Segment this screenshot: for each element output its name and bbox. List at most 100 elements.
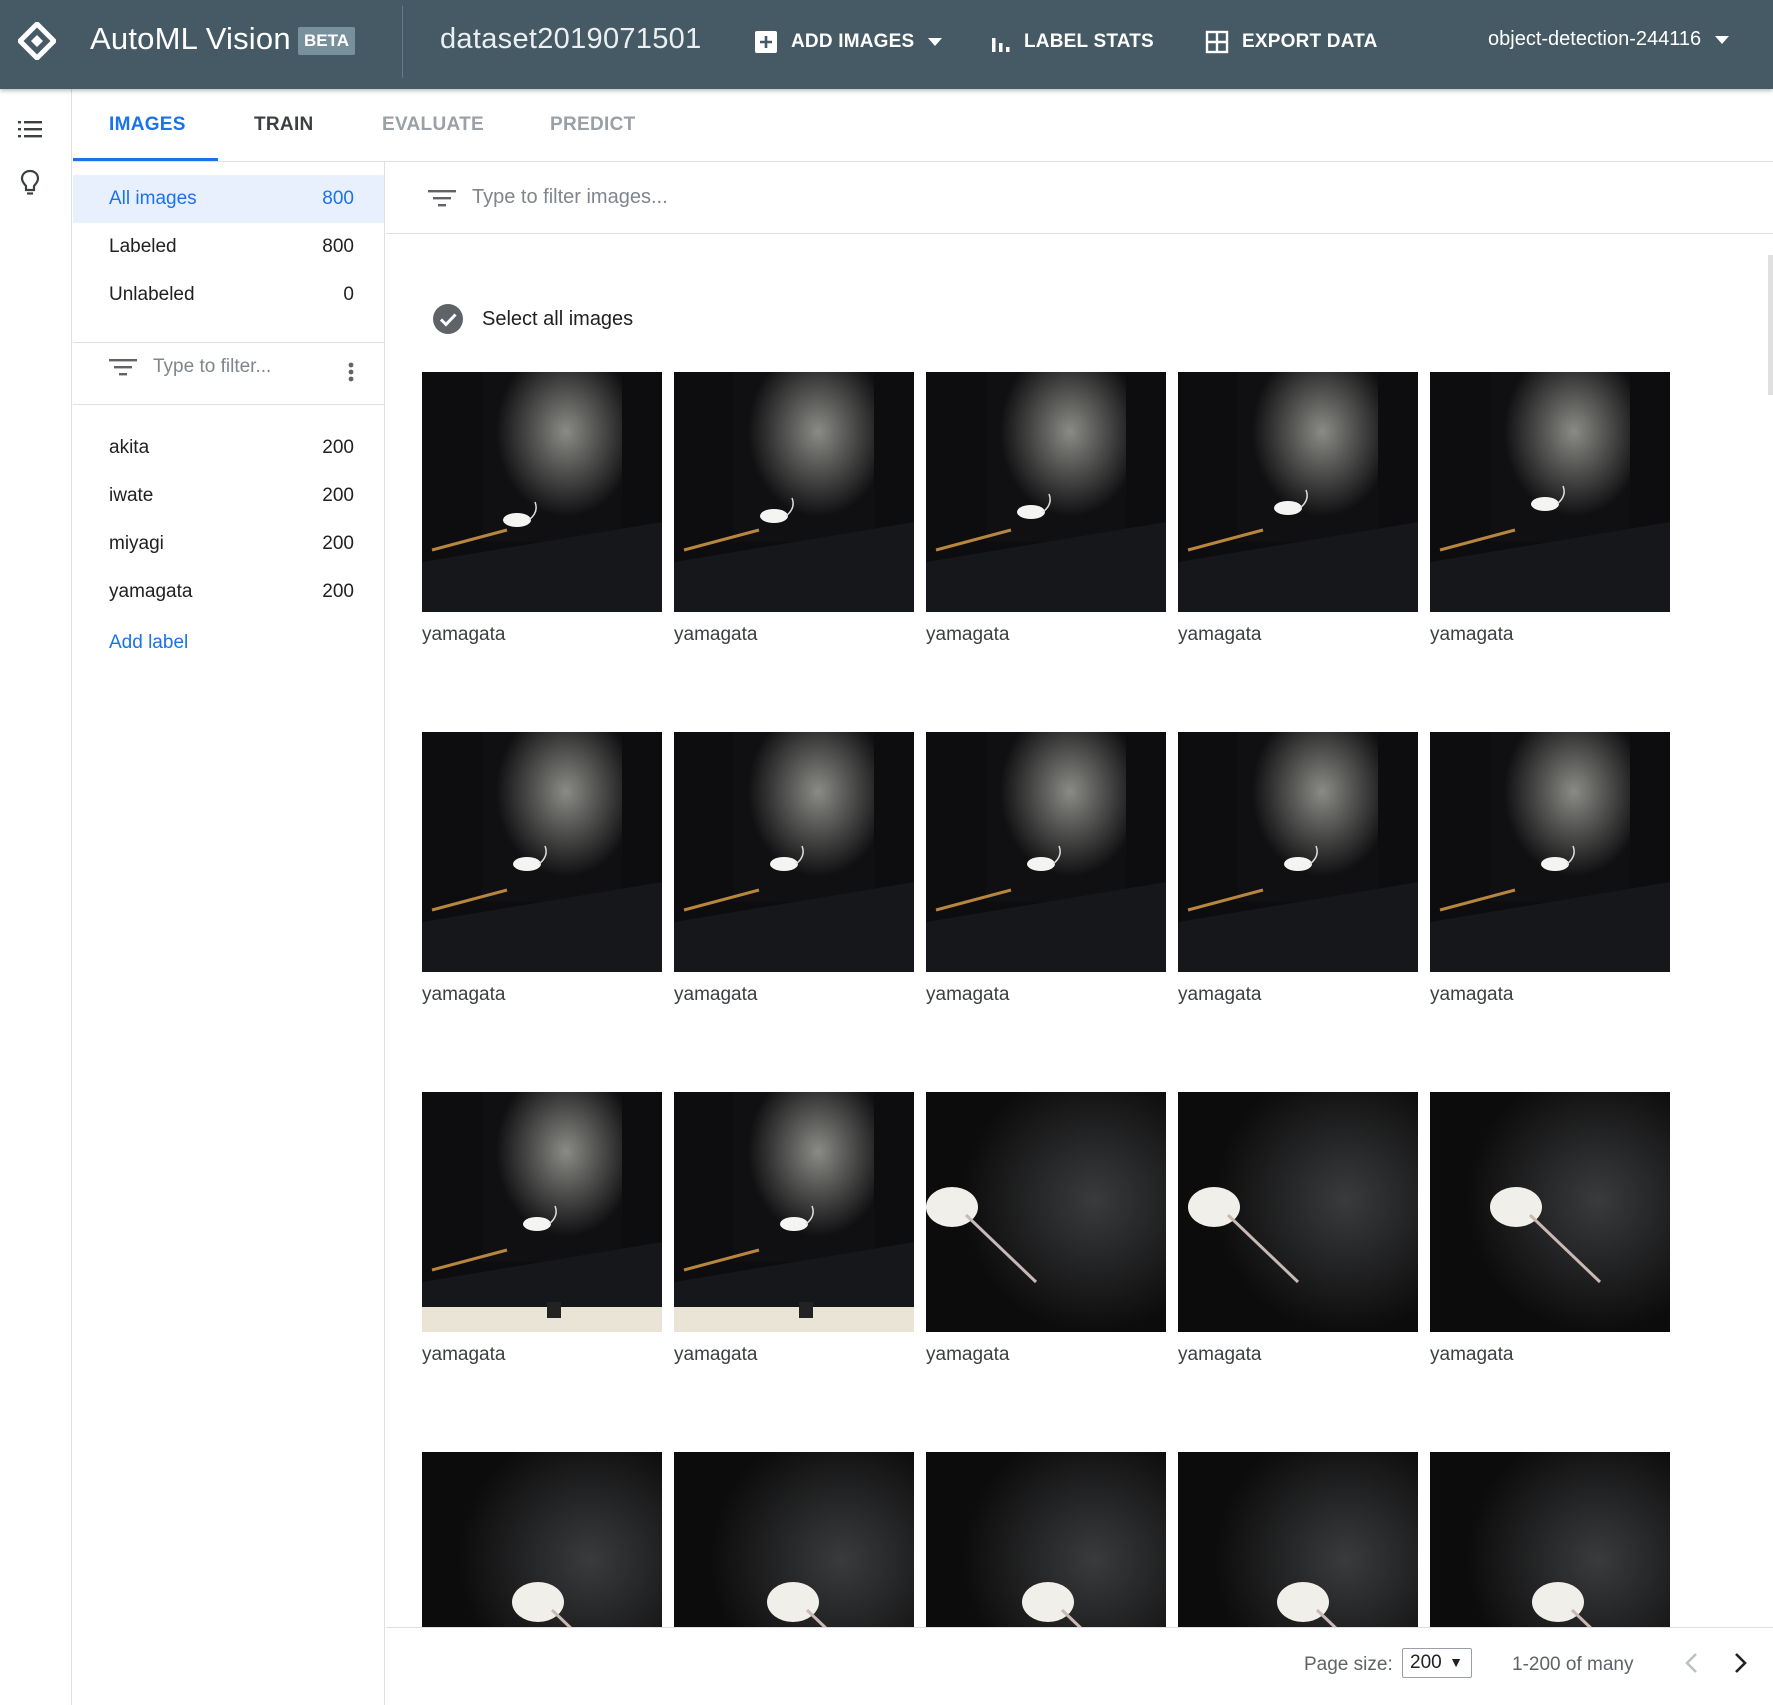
label-name: yamagata (109, 581, 193, 602)
add-label-link[interactable]: Add label (109, 632, 188, 654)
page-range: 1-200 of many (1512, 1654, 1634, 1675)
image-label: yamagata (422, 624, 506, 645)
label-filter-placeholder: Type to filter... (153, 356, 272, 377)
dropdown-arrow-icon: ▼ (1449, 1654, 1463, 1670)
lightbulb-icon[interactable] (20, 169, 40, 197)
sidebar-item-count: 800 (322, 188, 354, 209)
label-count: 200 (322, 437, 354, 458)
tab-evaluate: EVALUATE (382, 114, 484, 135)
mouse-photo (926, 372, 1166, 612)
label-stats-label: LABEL STATS (1024, 31, 1154, 52)
label-name: miyagi (109, 533, 164, 554)
select-all-images[interactable]: Select all images (433, 304, 633, 334)
mouse-photo (674, 1092, 914, 1332)
mouse-photo (926, 1092, 1166, 1332)
sidebar-item-akita[interactable]: akita 200 (73, 424, 384, 472)
sidebar-item-yamagata[interactable]: yamagata 200 (73, 568, 384, 616)
image-thumbnail[interactable] (422, 732, 662, 972)
sidebar-item-miyagi[interactable]: miyagi 200 (73, 520, 384, 568)
chevron-right-icon[interactable] (1734, 1652, 1748, 1674)
label-stats-button[interactable]: LABEL STATS (991, 26, 1154, 58)
select-all-label: Select all images (482, 307, 634, 330)
more-vert-icon[interactable] (348, 362, 354, 382)
sidebar-item-label: Unlabeled (109, 284, 195, 305)
image-thumbnail[interactable] (674, 1092, 914, 1332)
filter-icon (109, 359, 137, 376)
filter-icon (428, 189, 456, 206)
sidebar-item-label: Labeled (109, 236, 177, 257)
label-name: akita (109, 437, 150, 458)
check-circle-icon[interactable] (433, 304, 463, 334)
image-thumbnail[interactable] (674, 732, 914, 972)
image-label: yamagata (926, 624, 1010, 645)
image-thumbnail[interactable] (926, 1092, 1166, 1332)
scrollbar[interactable] (1768, 255, 1773, 395)
sidebar-item-unlabeled[interactable]: Unlabeled 0 (73, 271, 384, 319)
image-thumbnail[interactable] (1430, 372, 1670, 612)
chevron-down-icon (928, 38, 943, 46)
filter-sidebar: All images 800 Labeled 800 Unlabeled 0 T… (73, 162, 385, 1705)
image-thumbnail[interactable] (926, 732, 1166, 972)
image-thumbnail[interactable] (1178, 372, 1418, 612)
sidebar-item-all-images[interactable]: All images 800 (73, 175, 384, 223)
label-filter-input[interactable]: Type to filter... (109, 347, 369, 387)
mouse-photo (674, 732, 914, 972)
project-name: object-detection-244116 (1488, 28, 1702, 50)
grid-icon (1205, 30, 1229, 54)
list-icon[interactable] (18, 119, 42, 139)
image-label: yamagata (674, 984, 758, 1005)
tab-predict: PREDICT (550, 114, 636, 135)
image-thumbnail[interactable] (1178, 1092, 1418, 1332)
sidebar-item-labeled[interactable]: Labeled 800 (73, 223, 384, 271)
image-label: yamagata (674, 1344, 758, 1365)
image-label: yamagata (1430, 984, 1514, 1005)
image-thumbnail[interactable] (422, 1092, 662, 1332)
chevron-left-icon[interactable] (1684, 1652, 1698, 1674)
image-label: yamagata (422, 1344, 506, 1365)
image-label: yamagata (1178, 984, 1262, 1005)
image-filter-input[interactable]: Type to filter images... (386, 162, 1773, 234)
image-label: yamagata (1178, 624, 1262, 645)
tab-train[interactable]: TRAIN (254, 114, 314, 136)
export-data-label: EXPORT DATA (1242, 31, 1378, 52)
mouse-photo (1178, 1092, 1418, 1332)
app-name: AutoML Vision (90, 21, 291, 56)
left-rail (0, 89, 72, 1705)
tab-bar: IMAGES TRAIN EVALUATE PREDICT (73, 89, 1773, 162)
image-label: yamagata (1430, 1344, 1514, 1365)
mouse-photo (674, 372, 914, 612)
image-thumbnail[interactable] (1430, 1092, 1670, 1332)
image-thumbnail[interactable] (674, 372, 914, 612)
label-count: 200 (322, 485, 354, 506)
image-thumbnail[interactable] (1430, 732, 1670, 972)
add-box-icon (755, 31, 777, 53)
page-size-select[interactable]: 200 ▼ (1402, 1648, 1472, 1678)
label-count: 200 (322, 533, 354, 554)
pagination-bar: Page size: 200 ▼ 1-200 of many (386, 1627, 1773, 1705)
mouse-photo (422, 732, 662, 972)
mouse-photo (1430, 372, 1670, 612)
sidebar-item-iwate[interactable]: iwate 200 (73, 472, 384, 520)
bar-chart-icon (992, 38, 1010, 52)
image-panel: Type to filter images... Select all imag… (386, 162, 1773, 1705)
image-thumbnail[interactable] (926, 372, 1166, 612)
image-label: yamagata (1430, 624, 1514, 645)
top-app-bar: AutoML Vision BETA dataset2019071501 ADD… (0, 0, 1773, 89)
active-tab-indicator (73, 158, 218, 161)
add-images-label: ADD IMAGES (791, 31, 915, 52)
project-selector[interactable]: object-detection-244116 (1488, 28, 1730, 51)
mouse-photo (1430, 732, 1670, 972)
image-thumbnail[interactable] (1178, 732, 1418, 972)
image-filter-placeholder: Type to filter images... (472, 186, 668, 208)
image-label: yamagata (926, 1344, 1010, 1365)
mouse-photo (1178, 372, 1418, 612)
add-images-button[interactable]: ADD IMAGES (754, 26, 955, 58)
image-thumbnail[interactable] (422, 372, 662, 612)
mouse-photo (1430, 1092, 1670, 1332)
export-data-button[interactable]: EXPORT DATA (1205, 26, 1378, 58)
tab-images[interactable]: IMAGES (109, 114, 186, 136)
automl-logo-icon[interactable] (18, 22, 56, 60)
sidebar-divider (73, 404, 384, 405)
image-label: yamagata (1178, 1344, 1262, 1365)
image-label: yamagata (926, 984, 1010, 1005)
